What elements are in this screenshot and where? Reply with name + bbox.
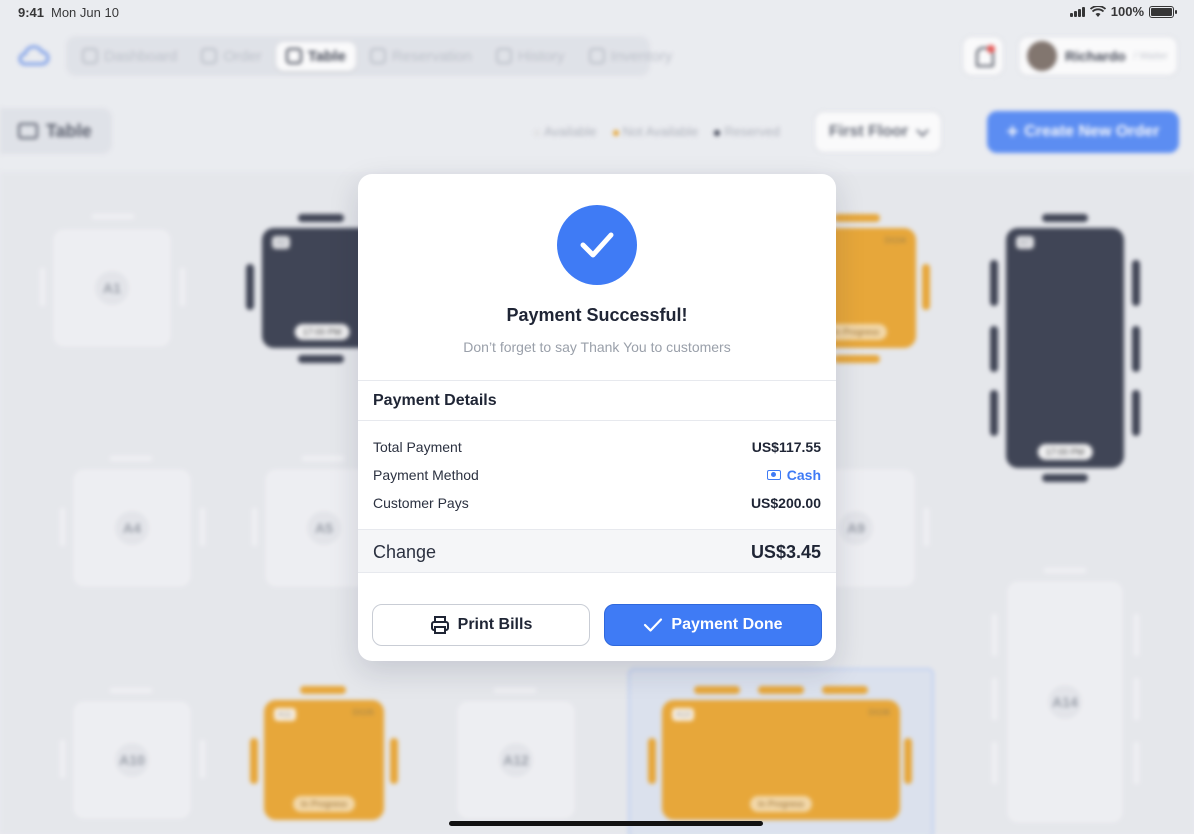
success-check-icon (557, 205, 637, 285)
payment-details-title: Payment Details (373, 392, 497, 409)
change-row: Change US$3.45 (358, 529, 836, 573)
row-value: US$117.55 (751, 439, 821, 455)
print-bills-button[interactable]: Print Bills (372, 604, 590, 646)
payment-done-button[interactable]: Payment Done (604, 604, 822, 646)
printer-icon (430, 616, 449, 634)
dialog-title: Payment Successful! (506, 305, 688, 325)
row-value: Cash (786, 467, 821, 483)
payment-method-value: Cash (766, 467, 821, 483)
customer-pays-row: Customer Pays US$200.00 (373, 495, 821, 511)
change-label: Change (373, 542, 437, 562)
row-value: US$200.00 (750, 495, 821, 511)
payment-success-dialog: Payment Successful! Don’t forget to say … (358, 174, 836, 661)
payment-done-label: Payment Done (671, 616, 783, 633)
change-value: US$3.45 (750, 542, 821, 562)
dialog-subtitle: Don’t forget to say Thank You to custome… (463, 339, 731, 355)
row-label: Total Payment (373, 439, 462, 455)
total-payment-row: Total Payment US$117.55 (373, 439, 821, 455)
check-icon (644, 618, 663, 632)
row-label: Payment Method (373, 467, 479, 483)
divider (358, 420, 836, 421)
payment-method-row: Payment Method Cash (373, 467, 821, 483)
divider (358, 380, 836, 381)
row-label: Customer Pays (373, 495, 469, 511)
print-bills-label: Print Bills (457, 616, 533, 633)
home-indicator[interactable] (449, 821, 763, 826)
cash-icon (766, 470, 781, 480)
